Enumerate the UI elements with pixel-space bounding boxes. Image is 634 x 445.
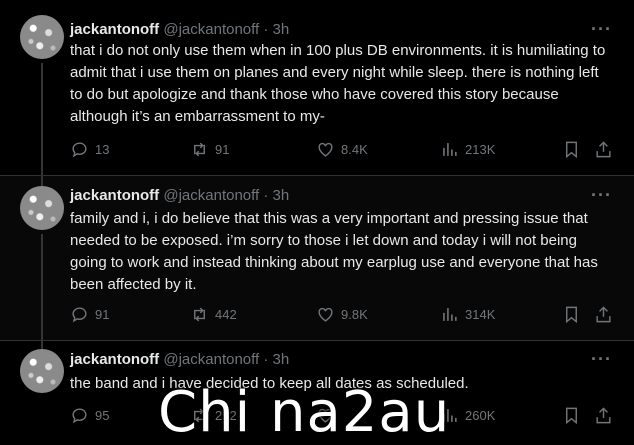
tweet-header: jackantonoff @jackantonoff · 3h — [70, 21, 289, 38]
views-icon — [443, 409, 457, 422]
display-name[interactable]: jackantonoff — [70, 187, 159, 204]
retweet-count: 252 — [215, 408, 237, 423]
thread-line — [41, 341, 43, 349]
thread-line — [41, 234, 43, 341]
bookmark-icon — [566, 407, 577, 425]
view-count: 314K — [465, 307, 496, 322]
share-button[interactable] — [594, 140, 613, 159]
retweet-button[interactable]: 442 — [190, 305, 237, 324]
views-icon — [443, 308, 457, 321]
tweet-actions: 91 442 9.8K 314K — [70, 305, 614, 325]
bookmark-button[interactable] — [562, 305, 581, 324]
view-count: 260K — [465, 408, 496, 423]
bookmark-icon — [566, 306, 577, 324]
like-button[interactable]: 8.4K — [316, 140, 368, 159]
reply-button[interactable]: 95 — [70, 406, 109, 425]
tweet-1[interactable]: jackantonoff @jackantonoff · 3h ··· that… — [0, 0, 634, 175]
tweet-actions: 13 91 8.4K 213K — [70, 140, 614, 160]
reply-icon — [72, 142, 87, 158]
retweet-button[interactable]: 252 — [190, 406, 237, 425]
retweet-icon — [194, 142, 205, 157]
timestamp[interactable]: · 3h — [263, 187, 289, 204]
views-button[interactable]: 314K — [440, 305, 495, 324]
handle[interactable]: @jackantonoff — [163, 21, 259, 38]
retweet-icon — [194, 408, 205, 423]
views-icon — [443, 143, 457, 156]
tweet-text: that i do not only use them when in 100 … — [70, 42, 606, 125]
like-count: 9.8K — [341, 307, 368, 322]
avatar[interactable] — [20, 186, 64, 230]
more-options-icon[interactable]: ··· — [591, 350, 612, 368]
timestamp[interactable]: · 3h — [263, 21, 289, 38]
thread-line — [41, 176, 43, 186]
retweet-icon — [194, 307, 205, 322]
reply-count: 91 — [95, 307, 110, 322]
reply-icon — [72, 408, 87, 424]
share-icon — [596, 407, 611, 424]
share-icon — [596, 141, 611, 158]
share-button[interactable] — [594, 406, 613, 425]
tweet-actions: 95 252 260K — [70, 406, 614, 426]
retweet-count: 442 — [215, 307, 237, 322]
heart-icon — [318, 307, 333, 322]
views-button[interactable]: 260K — [440, 406, 495, 425]
handle[interactable]: @jackantonoff — [163, 351, 259, 368]
display-name[interactable]: jackantonoff — [70, 21, 159, 38]
heart-icon — [318, 408, 333, 423]
heart-icon — [318, 142, 333, 157]
tweet-header: jackantonoff @jackantonoff · 3h — [70, 351, 289, 368]
views-button[interactable]: 213K — [440, 140, 495, 159]
reply-count: 13 — [95, 142, 110, 157]
tweet-3[interactable]: jackantonoff @jackantonoff · 3h ··· the … — [0, 340, 634, 439]
thread-line — [41, 63, 43, 175]
tweet-text: family and i, i do believe that this was… — [70, 210, 598, 293]
tweet-2[interactable]: jackantonoff @jackantonoff · 3h ··· fami… — [0, 175, 634, 341]
tweet-header: jackantonoff @jackantonoff · 3h — [70, 187, 289, 204]
more-options-icon[interactable]: ··· — [591, 186, 612, 204]
bookmark-button[interactable] — [562, 406, 581, 425]
bookmark-button[interactable] — [562, 140, 581, 159]
retweet-count: 91 — [215, 142, 230, 157]
timestamp[interactable]: · 3h — [263, 351, 289, 368]
view-count: 213K — [465, 142, 496, 157]
tweet-text: the band and i have decided to keep all … — [70, 375, 469, 392]
avatar[interactable] — [20, 349, 64, 393]
share-icon — [596, 306, 611, 323]
reply-icon — [72, 307, 87, 323]
reply-button[interactable]: 91 — [70, 305, 109, 324]
reply-count: 95 — [95, 408, 110, 423]
avatar[interactable] — [20, 15, 64, 59]
reply-button[interactable]: 13 — [70, 140, 109, 159]
bookmark-icon — [566, 141, 577, 159]
like-button[interactable]: 9.8K — [316, 305, 368, 324]
more-options-icon[interactable]: ··· — [591, 20, 612, 38]
share-button[interactable] — [594, 305, 613, 324]
retweet-button[interactable]: 91 — [190, 140, 229, 159]
display-name[interactable]: jackantonoff — [70, 351, 159, 368]
handle[interactable]: @jackantonoff — [163, 187, 259, 204]
like-button[interactable] — [316, 406, 341, 425]
like-count: 8.4K — [341, 142, 368, 157]
